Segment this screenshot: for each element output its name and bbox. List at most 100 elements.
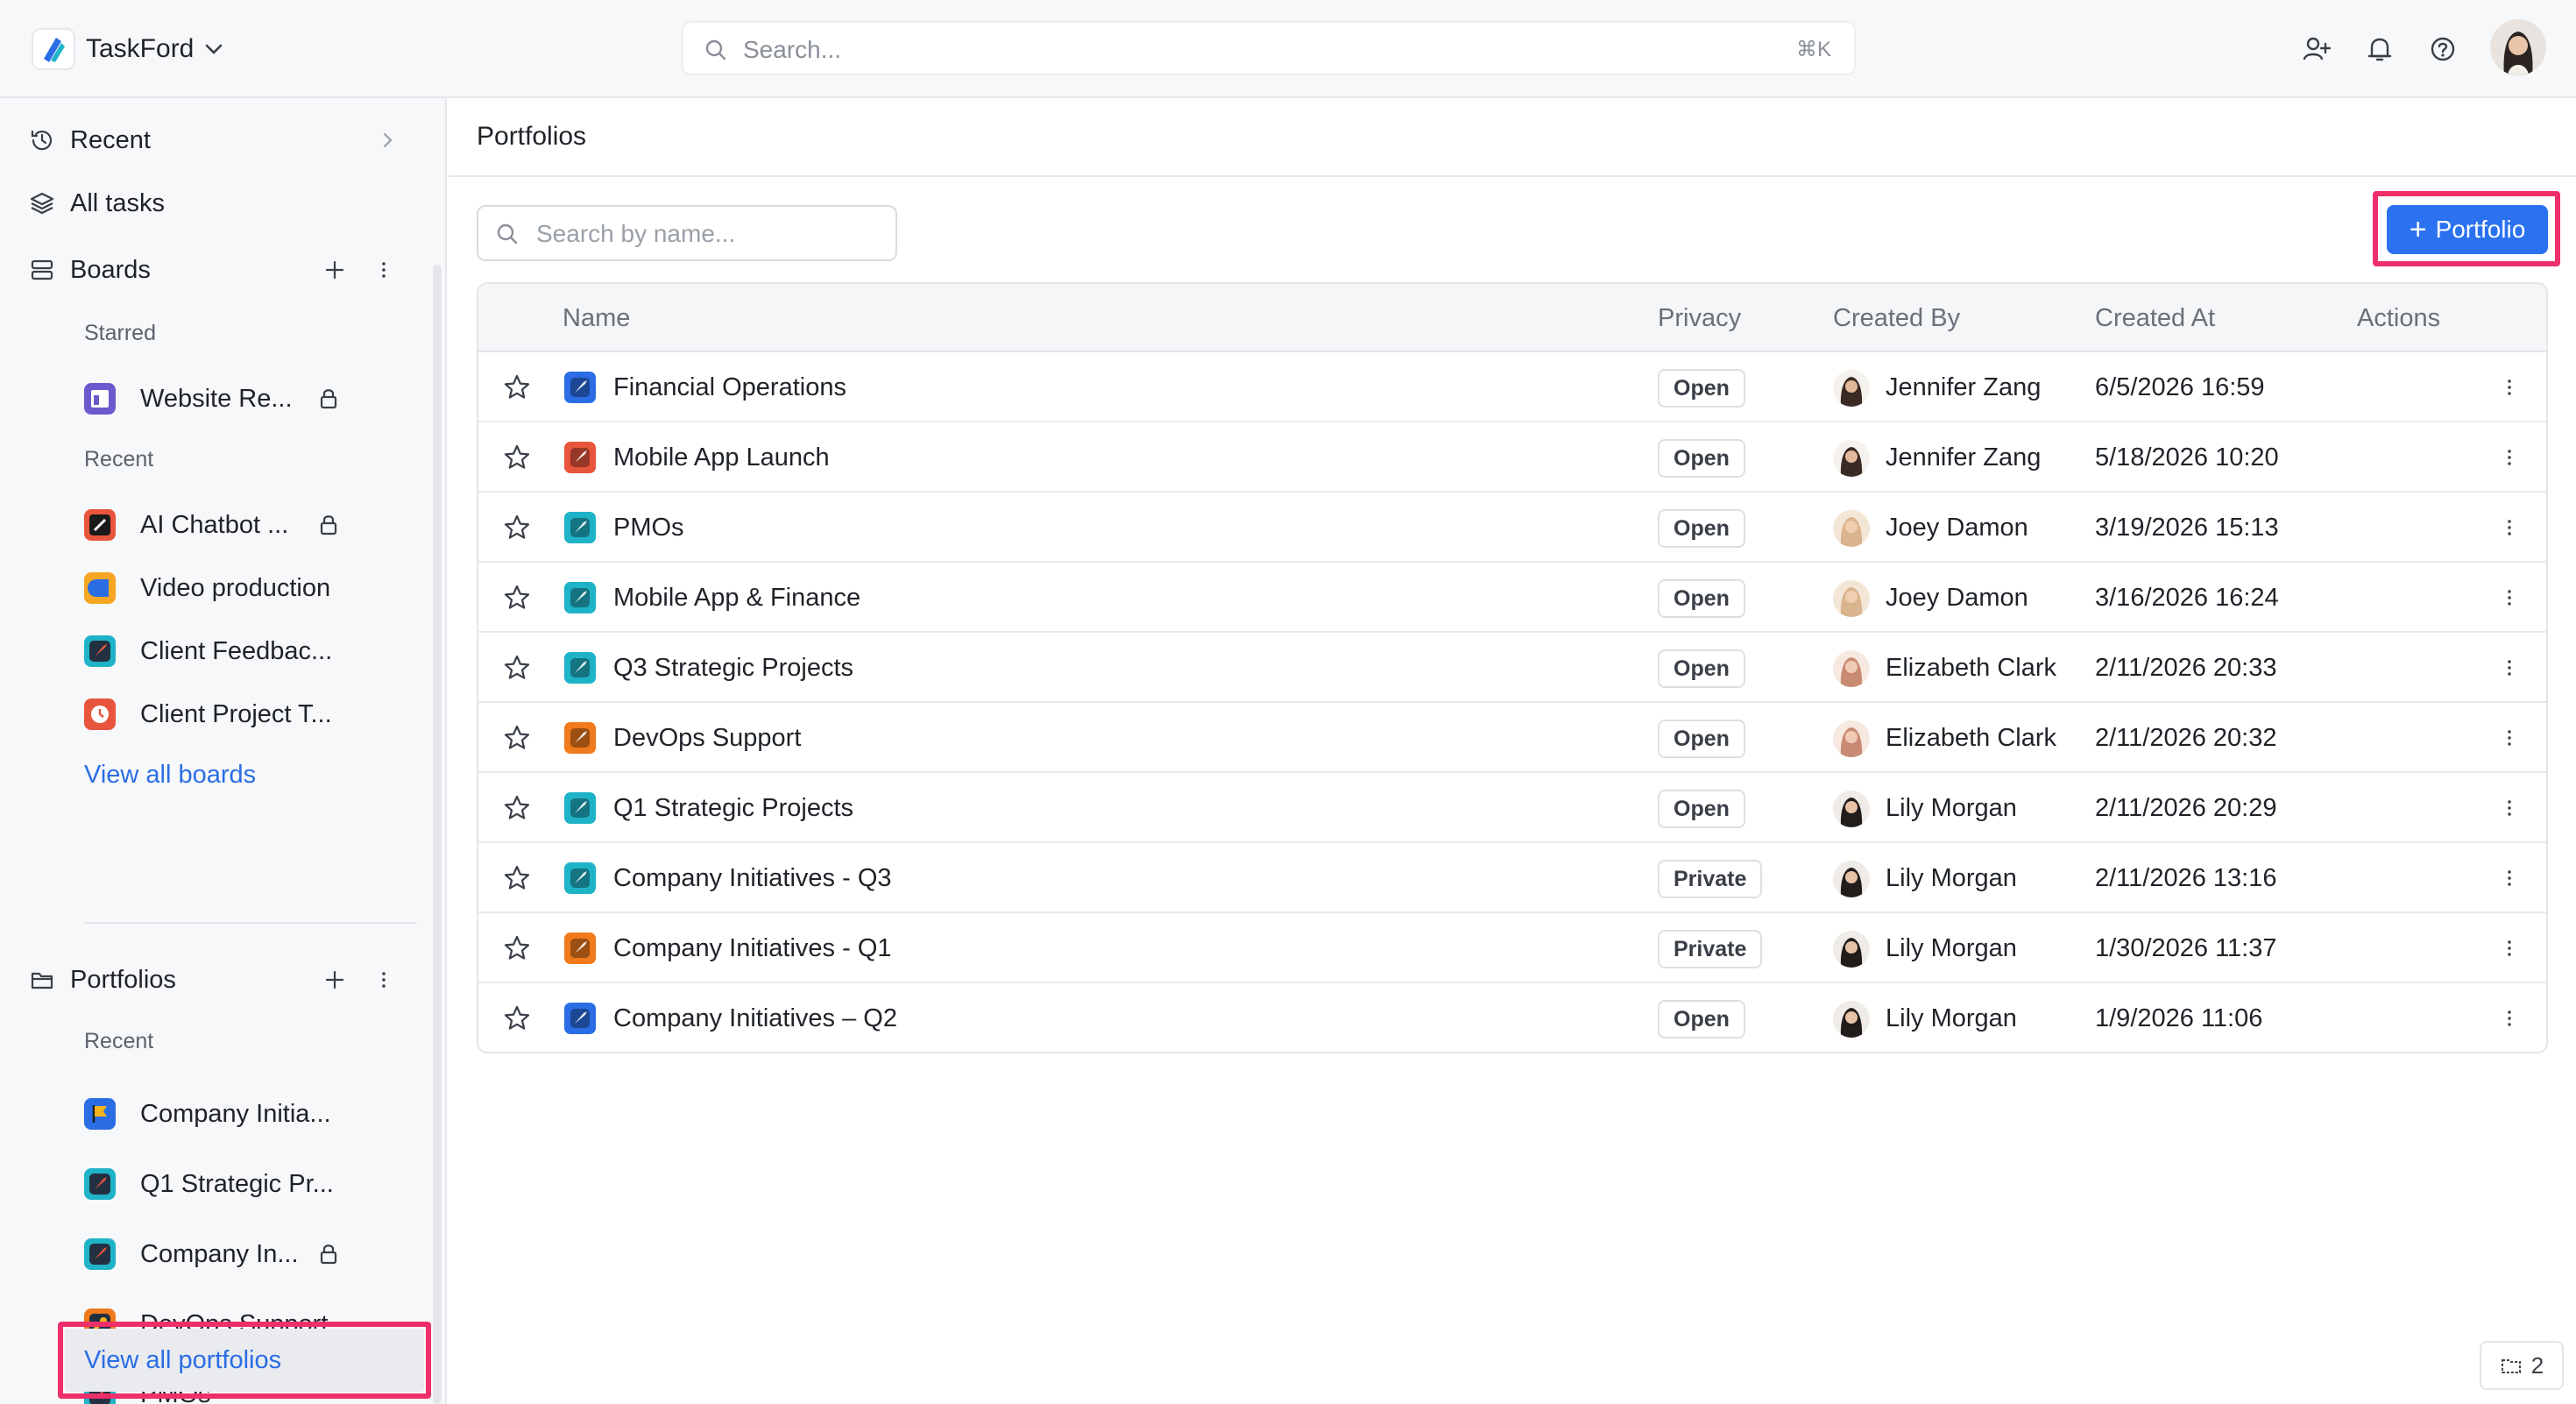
view-all-boards-link[interactable]: View all boards [84, 761, 256, 790]
portfolio-icon [564, 512, 596, 543]
row-actions-icon[interactable] [2494, 1003, 2525, 1034]
row-actions-icon[interactable] [2494, 862, 2525, 894]
table-header: Name Privacy Created By Created At Actio… [478, 284, 2546, 352]
column-header-privacy[interactable]: Privacy [1658, 303, 1741, 333]
add-board-icon[interactable] [319, 254, 350, 286]
boards-recent-label: Recent [84, 447, 154, 472]
row-actions-icon[interactable] [2494, 512, 2525, 543]
portfolio-item[interactable]: Q1 Strategic Pr... [0, 1155, 429, 1211]
board-icon [84, 572, 116, 604]
star-icon[interactable] [501, 512, 533, 543]
selection-counter[interactable]: 2 [2480, 1341, 2564, 1390]
board-item[interactable]: Video production [0, 559, 429, 615]
portfolio-name[interactable]: PMOs [613, 512, 684, 543]
portfolio-icon [564, 862, 596, 894]
table-row[interactable]: Company Initiatives - Q3 Private Lily Morg… [478, 843, 2546, 913]
sidebar-scrollbar[interactable] [433, 265, 442, 1404]
star-icon[interactable] [501, 932, 533, 964]
sidebar-item-boards[interactable]: Boards [0, 244, 429, 296]
avatar [1833, 440, 1870, 477]
invite-user-icon[interactable] [2299, 32, 2334, 67]
portfolio-name[interactable]: Mobile App Launch [613, 442, 830, 473]
table-row[interactable]: Mobile App & Finance Open Joey Damon 3/16/2… [478, 563, 2546, 633]
table-row[interactable]: Q1 Strategic Projects Open Lily Morgan 2/11… [478, 773, 2546, 843]
star-icon[interactable] [501, 862, 533, 894]
row-actions-icon[interactable] [2494, 792, 2525, 824]
row-actions-icon[interactable] [2494, 932, 2525, 964]
table-row[interactable]: Financial Operations Open Jennifer Zang 6/5… [478, 352, 2546, 422]
row-actions-icon[interactable] [2494, 582, 2525, 613]
bell-icon[interactable] [2362, 32, 2397, 67]
workspace-name[interactable]: TaskFord [86, 30, 194, 68]
chevron-right-icon[interactable] [372, 124, 403, 156]
column-header-created-at[interactable]: Created At [2095, 303, 2215, 333]
portfolio-name[interactable]: Financial Operations [613, 372, 846, 403]
avatar [1833, 861, 1870, 897]
star-icon[interactable] [501, 1003, 533, 1034]
star-icon[interactable] [501, 582, 533, 613]
avatar [1833, 791, 1870, 827]
portfolio-name[interactable]: Company Initiatives – Q2 [613, 1003, 897, 1034]
add-portfolio-icon[interactable] [319, 964, 350, 996]
board-item[interactable]: AI Chatbot ... [0, 496, 429, 552]
more-options-icon[interactable] [368, 964, 400, 996]
lock-icon [320, 515, 337, 535]
table-row[interactable]: Company Initiatives – Q2 Open Lily Morgan 1… [478, 983, 2546, 1052]
avatar [1833, 510, 1870, 547]
column-header-created-by[interactable]: Created By [1833, 303, 1960, 333]
board-item[interactable]: Client Project T... [0, 685, 429, 741]
created-at: 6/5/2026 16:59 [2095, 373, 2265, 401]
portfolio-name[interactable]: Mobile App & Finance [613, 582, 860, 613]
created-by: Lily Morgan [1886, 1004, 2017, 1032]
column-header-name[interactable]: Name [563, 303, 630, 333]
portfolio-item[interactable]: Company Initia... [0, 1085, 429, 1141]
board-item[interactable]: Website Re... [0, 370, 429, 426]
portfolio-name[interactable]: Q3 Strategic Projects [613, 652, 853, 684]
portfolio-name[interactable]: DevOps Support [613, 722, 801, 754]
privacy-badge: Open [1658, 720, 1745, 758]
portfolio-name[interactable]: Company Initiatives - Q3 [613, 862, 892, 894]
privacy-badge: Open [1658, 439, 1745, 478]
table-row[interactable]: PMOs Open Joey Damon 3/19/2026 15:13 [478, 493, 2546, 563]
portfolio-name[interactable]: Company Initiatives - Q1 [613, 932, 892, 964]
row-actions-icon[interactable] [2494, 372, 2525, 403]
privacy-badge: Open [1658, 369, 1745, 408]
star-icon[interactable] [501, 722, 533, 754]
star-icon[interactable] [501, 792, 533, 824]
star-icon[interactable] [501, 652, 533, 684]
global-search-input[interactable]: Search... ⌘K [682, 21, 1856, 75]
portfolio-icon [564, 932, 596, 964]
lock-icon [320, 389, 337, 409]
row-actions-icon[interactable] [2494, 442, 2525, 473]
row-actions-icon[interactable] [2494, 722, 2525, 754]
more-options-icon[interactable] [368, 254, 400, 286]
sidebar-item-all-tasks[interactable]: All tasks [0, 177, 429, 230]
portfolio-icon [564, 792, 596, 824]
table-row[interactable]: DevOps Support Open Elizabeth Clark 2/11/20… [478, 703, 2546, 773]
sidebar-divider [84, 922, 417, 924]
plus-icon: + [2409, 213, 2427, 246]
help-icon[interactable] [2425, 32, 2460, 67]
top-bar: TaskFord Search... ⌘K [0, 0, 2576, 98]
row-actions-icon[interactable] [2494, 652, 2525, 684]
table-row[interactable]: Q3 Strategic Projects Open Elizabeth Clark… [478, 633, 2546, 703]
portfolio-search-input[interactable]: Search by name... [477, 205, 897, 261]
sidebar-item-recent[interactable]: Recent [0, 114, 429, 167]
chevron-down-icon[interactable] [200, 35, 228, 63]
user-avatar[interactable] [2490, 19, 2546, 75]
search-placeholder: Search... [743, 36, 842, 63]
add-portfolio-button[interactable]: + Portfolio [2387, 205, 2548, 254]
taskford-logo-icon[interactable] [32, 28, 75, 70]
column-header-actions: Actions [2357, 304, 2441, 332]
table-row[interactable]: Company Initiatives - Q1 Private Lily Morg… [478, 913, 2546, 983]
portfolio-name[interactable]: Q1 Strategic Projects [613, 792, 853, 824]
portfolio-item[interactable]: Company In... [0, 1225, 429, 1281]
star-icon[interactable] [501, 442, 533, 473]
star-icon[interactable] [501, 372, 533, 403]
portfolios-table: Name Privacy Created By Created At Actio… [477, 282, 2548, 1053]
table-row[interactable]: Mobile App Launch Open Jennifer Zang 5/18/2… [478, 422, 2546, 493]
sidebar-item-portfolios[interactable]: Portfolios [0, 954, 429, 1006]
board-item[interactable]: Client Feedbac... [0, 622, 429, 678]
privacy-badge: Open [1658, 1000, 1745, 1039]
created-by: Elizabeth Clark [1886, 724, 2057, 752]
